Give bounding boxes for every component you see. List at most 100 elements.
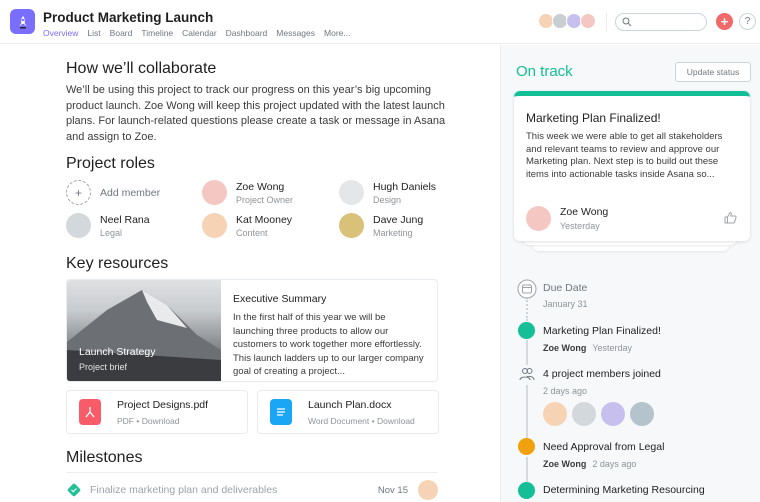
timeline-item-title[interactable]: Need Approval from Legal <box>543 441 664 453</box>
avatar <box>66 213 91 238</box>
milestone-complete-icon[interactable] <box>66 482 82 498</box>
search-input[interactable] <box>615 13 707 31</box>
timeline-connector <box>526 297 528 321</box>
brief-body: In the first half of this year we will b… <box>233 312 424 377</box>
member-role: Project Owner <box>236 194 294 205</box>
role-member[interactable]: Hugh Daniels Design <box>339 180 436 205</box>
update-status-button[interactable]: Update status <box>675 62 751 82</box>
tab-timeline[interactable]: Timeline <box>141 28 173 38</box>
resources-heading: Key resources <box>66 255 169 272</box>
brief-title: Executive Summary <box>233 293 327 305</box>
add-button[interactable]: + <box>716 13 733 30</box>
due-date-value[interactable]: January 31 <box>543 299 588 309</box>
project-brief-card[interactable]: Launch Strategy Project brief Executive … <box>66 279 438 382</box>
project-title: Product Marketing Launch <box>43 10 214 25</box>
avatar[interactable] <box>572 402 596 426</box>
status-label: On track <box>516 63 573 80</box>
divider <box>606 13 607 31</box>
timeline-time: 2 days ago <box>592 459 637 469</box>
pdf-icon <box>79 399 101 425</box>
file-type: Word Document <box>308 415 370 426</box>
roles-heading: Project roles <box>66 155 155 172</box>
status-dot <box>518 322 535 339</box>
status-card-body: This week we were able to get all stakeh… <box>526 131 723 180</box>
member-role: Design <box>373 194 402 205</box>
download-link[interactable]: Download <box>377 416 415 426</box>
avatar <box>202 180 227 205</box>
doc-icon <box>270 399 292 425</box>
timeline-connector <box>526 385 528 440</box>
due-date-label: Due Date <box>543 282 588 294</box>
avatar <box>526 206 551 231</box>
mountain-image: Launch Strategy Project brief <box>67 280 221 381</box>
avatar <box>339 213 364 238</box>
timeline-item-title[interactable]: Marketing Plan Finalized! <box>543 325 661 337</box>
file-name: Launch Plan.docx <box>308 398 392 411</box>
status-panel: On track Update status Marketing Plan Fi… <box>500 45 760 502</box>
member-role: Marketing <box>373 227 413 238</box>
avatar[interactable] <box>630 402 654 426</box>
file-type: PDF <box>117 415 134 426</box>
collaborate-heading: How we’ll collaborate <box>66 60 217 77</box>
role-member[interactable]: Kat Mooney Content <box>202 213 292 238</box>
tab-board[interactable]: Board <box>110 28 133 38</box>
timeline-item-title[interactable]: Determining Marketing Resourcing <box>543 484 705 496</box>
timeline-connector <box>526 340 528 365</box>
timeline-time: Yesterday <box>592 343 633 353</box>
timeline-author[interactable]: Zoe Wong <box>543 343 586 353</box>
role-member[interactable]: Neel Rana Legal <box>66 213 150 238</box>
status-date: Yesterday <box>560 221 600 231</box>
role-member[interactable]: Zoe Wong Project Owner <box>202 180 293 205</box>
tab-more[interactable]: More... <box>324 28 350 38</box>
add-member-label: Add member <box>100 186 161 199</box>
help-button[interactable]: ? <box>739 13 756 30</box>
overview-main: How we’ll collaborate We’ll be using thi… <box>0 45 500 502</box>
status-dot <box>518 438 535 455</box>
member-role: Legal <box>100 227 123 238</box>
timeline-author[interactable]: Zoe Wong <box>543 459 586 469</box>
plus-icon: + <box>66 180 91 205</box>
add-member-button[interactable]: + Add member <box>66 180 160 205</box>
timeline-connector <box>526 457 528 482</box>
milestone-date: Nov 15 <box>377 484 408 496</box>
status-card-title: Marketing Plan Finalized! <box>526 111 661 125</box>
top-bar: Product Marketing Launch Overview List B… <box>0 0 760 44</box>
member-name: Zoe Wong <box>236 180 285 193</box>
project-members[interactable] <box>538 13 596 29</box>
download-link[interactable]: Download <box>142 416 180 426</box>
tab-list[interactable]: List <box>87 28 100 38</box>
tab-messages[interactable]: Messages <box>276 28 315 38</box>
tab-overview[interactable]: Overview <box>43 28 78 38</box>
member-role: Content <box>236 227 268 238</box>
avatar <box>339 180 364 205</box>
milestones-heading: Milestones <box>66 449 143 466</box>
calendar-icon <box>517 279 537 299</box>
project-logo[interactable] <box>10 9 35 34</box>
timeline-time: 2 days ago <box>543 386 588 396</box>
collaborate-description[interactable]: We’ll be using this project to track our… <box>66 83 446 145</box>
member-name: Hugh Daniels <box>373 180 437 193</box>
tab-dashboard[interactable]: Dashboard <box>226 28 268 38</box>
milestone-row[interactable]: Finalize marketing plan and deliverables… <box>66 479 438 501</box>
role-member[interactable]: Dave Jung Marketing <box>339 213 423 238</box>
avatar <box>202 213 227 238</box>
tab-calendar[interactable]: Calendar <box>182 28 217 38</box>
member-name: Kat Mooney <box>236 213 293 226</box>
thumbs-up-icon[interactable] <box>724 211 737 224</box>
divider <box>66 472 438 473</box>
member-name: Neel Rana <box>100 213 150 226</box>
avatar[interactable] <box>418 480 438 500</box>
avatar[interactable] <box>580 13 596 29</box>
status-author: Zoe Wong <box>560 206 609 218</box>
file-card[interactable]: Project Designs.pdf PDF • Download <box>66 390 248 434</box>
brief-image-title: Launch Strategy <box>79 346 156 358</box>
milestone-title: Finalize marketing plan and deliverables <box>90 484 278 496</box>
file-card[interactable]: Launch Plan.docx Word Document • Downloa… <box>257 390 439 434</box>
search-icon <box>622 17 632 27</box>
avatar[interactable] <box>601 402 625 426</box>
brief-image-subtitle: Project brief <box>79 362 128 372</box>
member-name: Dave Jung <box>373 213 424 226</box>
status-update-card[interactable]: Marketing Plan Finalized! This week we w… <box>514 91 750 241</box>
project-tabs: Overview List Board Timeline Calendar Da… <box>43 28 350 38</box>
avatar[interactable] <box>543 402 567 426</box>
